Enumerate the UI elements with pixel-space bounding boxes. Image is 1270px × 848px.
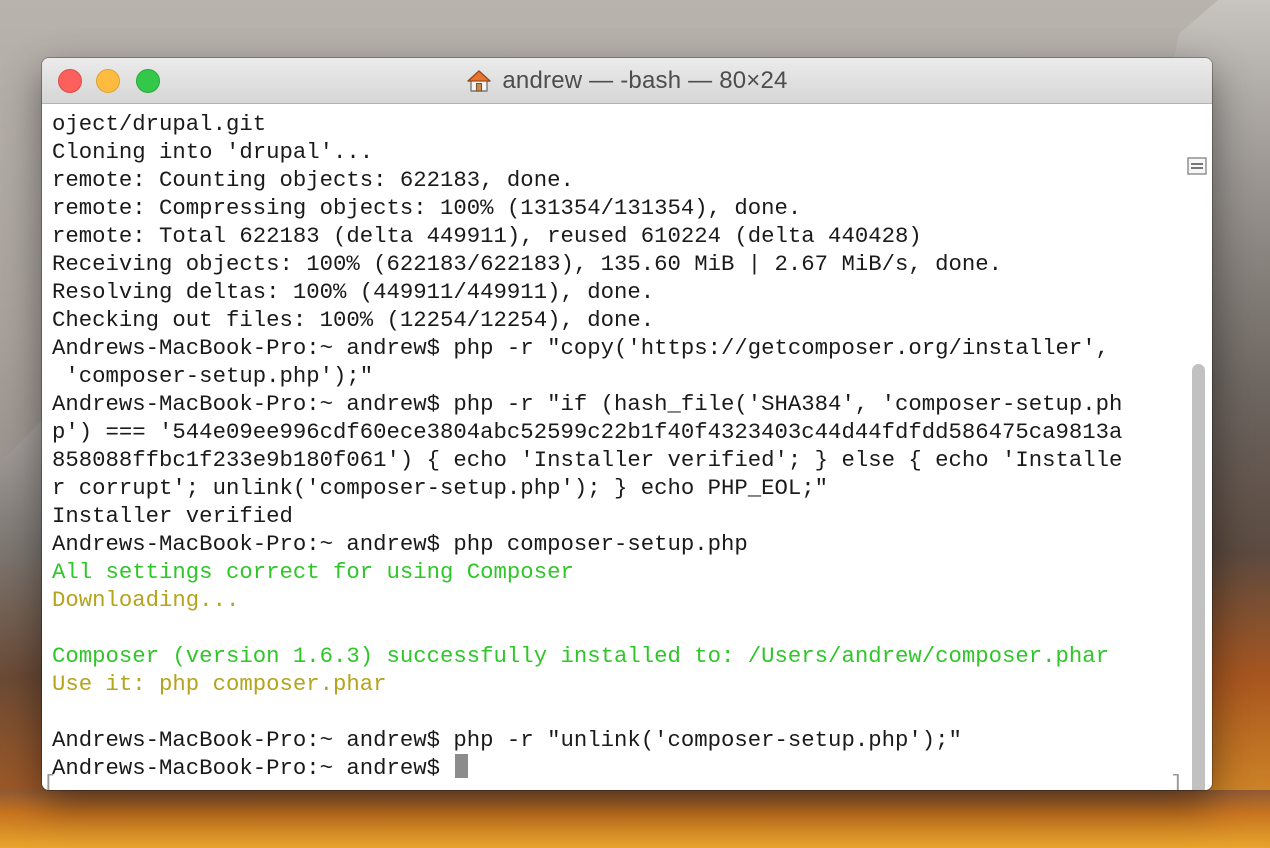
window-title: andrew — -bash — 80×24 <box>42 58 1212 103</box>
terminal-line: All settings correct for using Composer <box>52 558 1122 586</box>
terminal-line: Resolving deltas: 100% (449911/449911), … <box>52 278 1122 306</box>
terminal-line-text: p') === '544e09ee996cdf60ece3804abc52599… <box>52 419 1123 445</box>
terminal-line-text: Resolving deltas: 100% (449911/449911), … <box>52 279 655 305</box>
terminal-line-text: oject/drupal.git <box>52 111 267 137</box>
terminal-line-text: Receiving objects: 100% (622183/622183),… <box>52 251 1003 277</box>
terminal-window: andrew — -bash — 80×24 oject/drupal.git C… <box>42 58 1212 790</box>
bookmark-marker-left: [ <box>43 772 57 790</box>
terminal-line: Andrews-MacBook-Pro:~ andrew$ php compos… <box>52 530 1122 558</box>
terminal-line: remote: Counting objects: 622183, done. <box>52 166 1122 194</box>
terminal-line-text: Installer verified <box>52 503 293 529</box>
title-bar[interactable]: andrew — -bash — 80×24 <box>42 58 1212 104</box>
terminal-line-text: Downloading... <box>52 587 240 613</box>
text-cursor <box>455 754 469 778</box>
terminal-line: Andrews-MacBook-Pro:~ andrew$ php -r "co… <box>52 334 1122 362</box>
terminal-line-text: Composer (version 1.6.3) successfully in… <box>52 643 1110 669</box>
terminal-line: Installer verified <box>52 502 1122 530</box>
wallpaper-foreground <box>0 790 1270 848</box>
terminal-line-text: Andrews-MacBook-Pro:~ andrew$ php -r "co… <box>52 335 1110 361</box>
terminal-line-text: remote: Counting objects: 622183, done. <box>52 167 574 193</box>
terminal-line: oject/drupal.git <box>52 110 1122 138</box>
terminal-line: 'composer-setup.php');" <box>52 362 1122 390</box>
terminal-line-text: Use it: php composer.phar <box>52 671 387 697</box>
terminal-line: Use it: php composer.phar <box>52 670 1122 698</box>
terminal-line: Andrews-MacBook-Pro:~ andrew$ php -r "un… <box>52 726 1122 754</box>
terminal-line-text: remote: Total 622183 (delta 449911), reu… <box>52 223 922 249</box>
terminal-line: Cloning into 'drupal'... <box>52 138 1122 166</box>
terminal-line-text: Andrews-MacBook-Pro:~ andrew$ php compos… <box>52 531 748 557</box>
scrollbar-thumb[interactable] <box>1192 364 1205 790</box>
split-pane-icon[interactable] <box>1185 154 1209 178</box>
terminal-line: 858088ffbc1f233e9b180f061') { echo 'Inst… <box>52 446 1122 474</box>
terminal-line: Andrews-MacBook-Pro:~ andrew$ <box>52 754 1122 782</box>
terminal-line-text: 858088ffbc1f233e9b180f061') { echo 'Inst… <box>52 447 1123 473</box>
terminal-line: Receiving objects: 100% (622183/622183),… <box>52 250 1122 278</box>
terminal-line-text: remote: Compressing objects: 100% (13135… <box>52 195 802 221</box>
terminal-content[interactable]: oject/drupal.git Cloning into 'drupal'...… <box>42 104 1212 790</box>
terminal-line: r corrupt'; unlink('composer-setup.php')… <box>52 474 1122 502</box>
terminal-line-text: All settings correct for using Composer <box>52 559 574 585</box>
terminal-line-text: Andrews-MacBook-Pro:~ andrew$ php -r "if… <box>52 391 1123 417</box>
terminal-line: Composer (version 1.6.3) successfully in… <box>52 642 1122 670</box>
terminal-line-text: Andrews-MacBook-Pro:~ andrew$ <box>52 755 454 781</box>
terminal-line: p') === '544e09ee996cdf60ece3804abc52599… <box>52 418 1122 446</box>
terminal-line-text: r corrupt'; unlink('composer-setup.php')… <box>52 475 829 501</box>
terminal-line-text: 'composer-setup.php');" <box>52 363 374 389</box>
terminal-line: Checking out files: 100% (12254/12254), … <box>52 306 1122 334</box>
terminal-line: remote: Compressing objects: 100% (13135… <box>52 194 1122 222</box>
terminal-line-text: Checking out files: 100% (12254/12254), … <box>52 307 655 333</box>
terminal-line: Downloading... <box>52 586 1122 614</box>
terminal-line: remote: Total 622183 (delta 449911), reu… <box>52 222 1122 250</box>
terminal-output[interactable]: oject/drupal.git Cloning into 'drupal'...… <box>52 110 1122 782</box>
terminal-line: Andrews-MacBook-Pro:~ andrew$ php -r "if… <box>52 390 1122 418</box>
terminal-line-text: Cloning into 'drupal'... <box>52 139 374 165</box>
bookmark-marker-right: ] <box>1170 772 1184 790</box>
home-icon <box>467 69 492 92</box>
terminal-line-text: Andrews-MacBook-Pro:~ andrew$ php -r "un… <box>52 727 962 753</box>
window-title-text: andrew — -bash — 80×24 <box>502 66 788 94</box>
